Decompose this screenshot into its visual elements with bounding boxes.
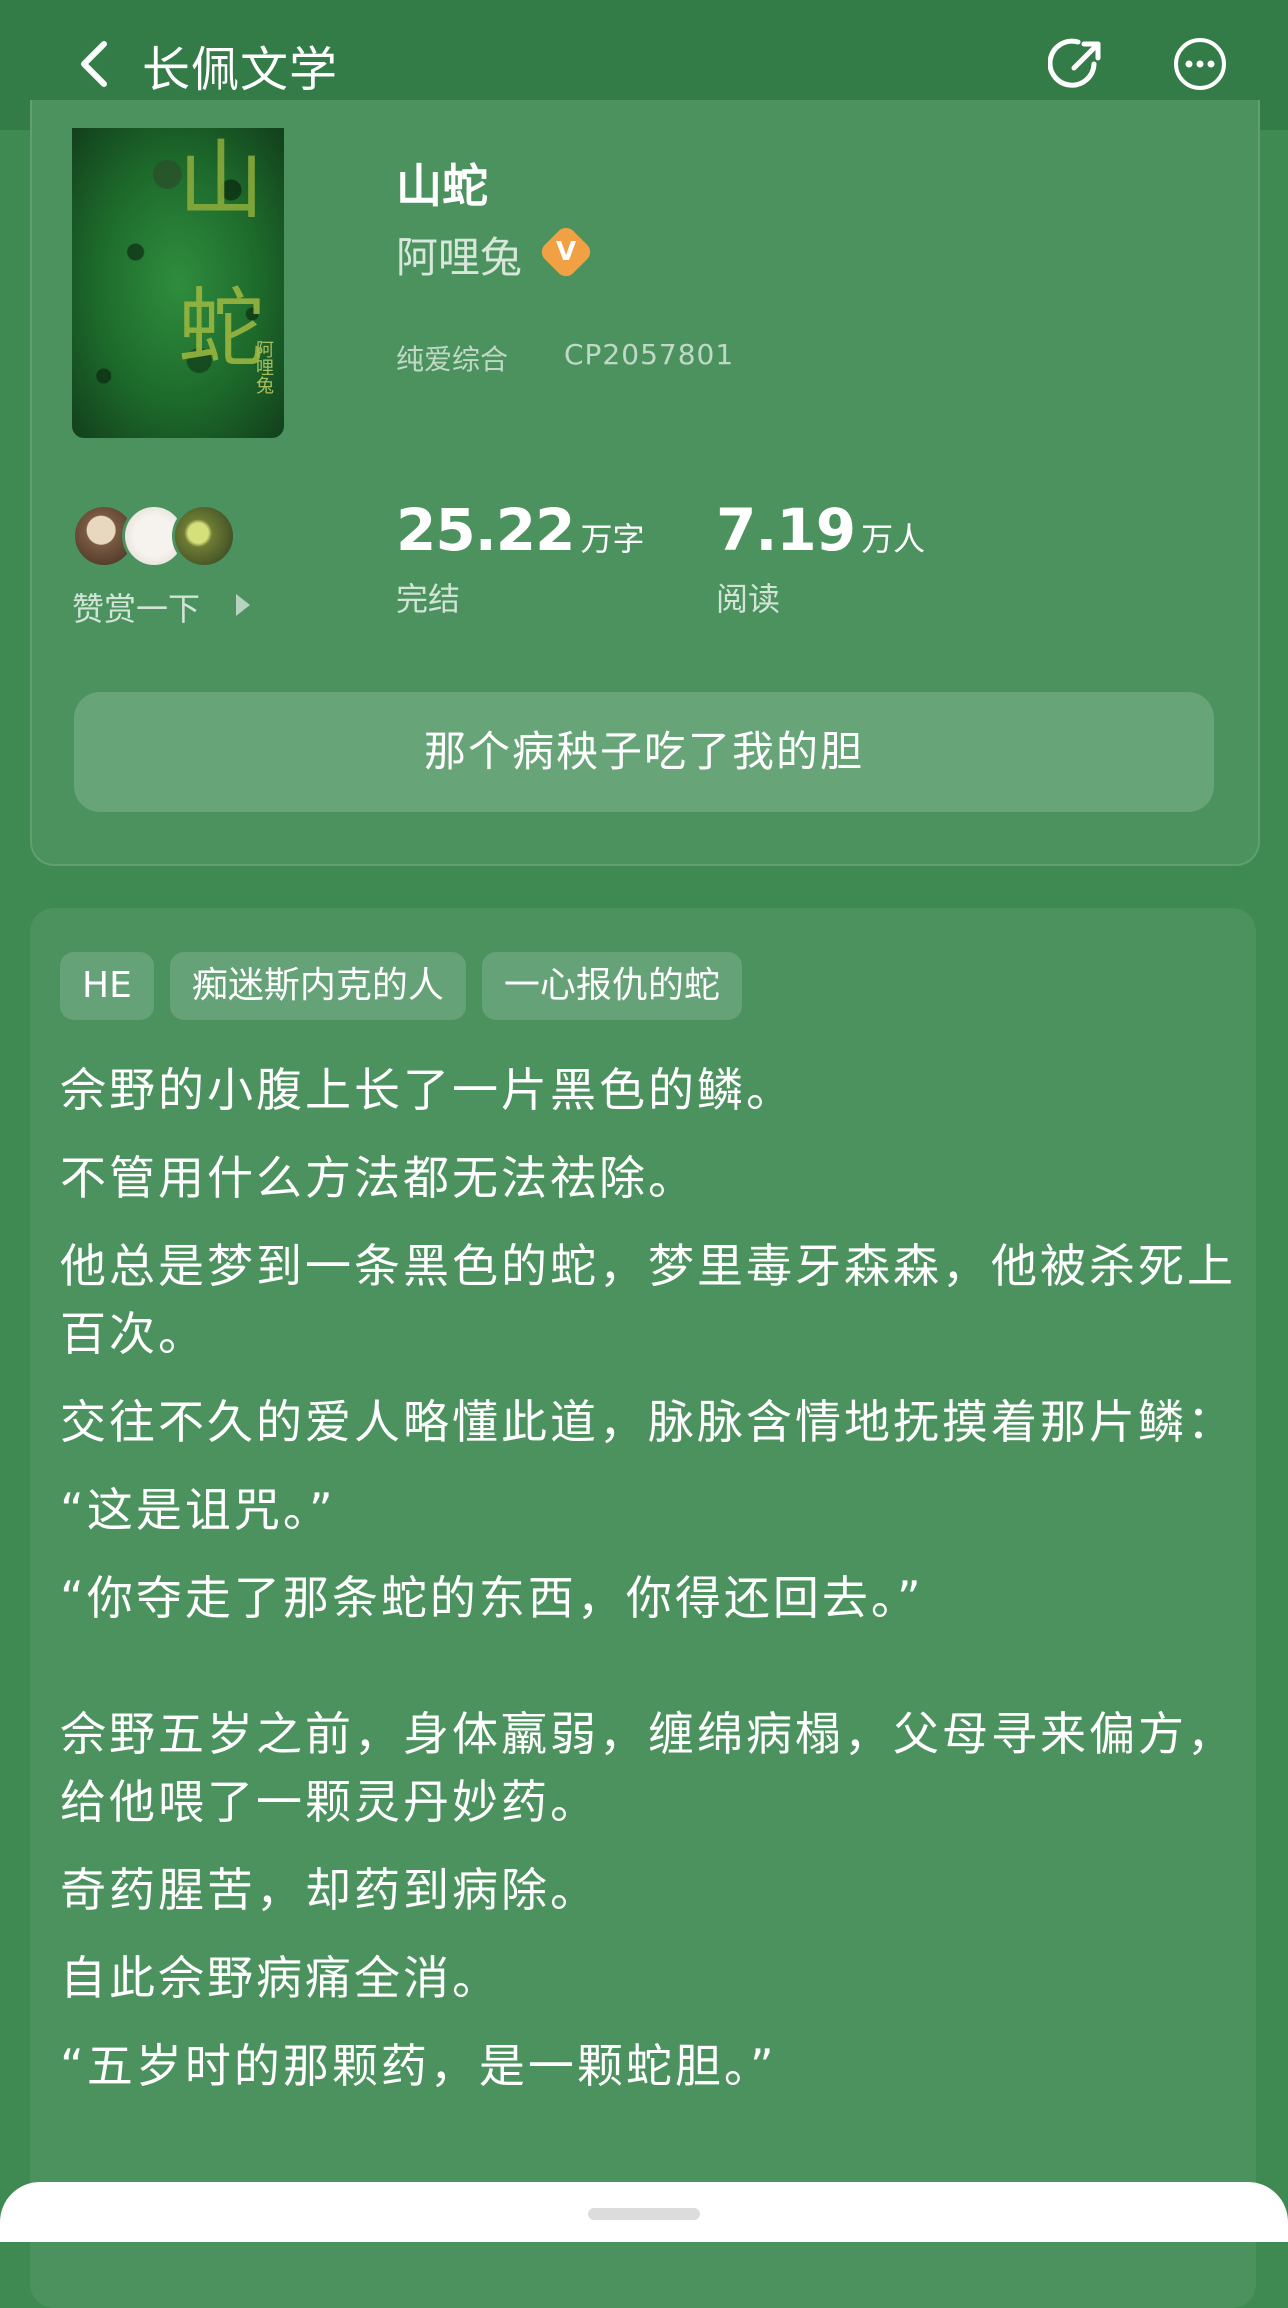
app-title: 长佩文学 <box>142 42 339 98</box>
book-cover[interactable]: 山 蛇 阿哩兔 <box>72 128 284 438</box>
back-arrow-icon[interactable] <box>70 34 120 94</box>
description-spacer <box>60 1652 1240 1700</box>
word-count-unit: 万字 <box>580 520 645 558</box>
share-icon[interactable] <box>1048 34 1108 94</box>
tag-character[interactable]: 一心报仇的蛇 <box>481 952 742 1020</box>
drag-handle[interactable] <box>588 2208 700 2220</box>
readers-label: 阅读 <box>716 580 781 618</box>
more-options-icon[interactable] <box>1170 34 1230 94</box>
description-paragraph: “这是诅咒。” <box>60 1483 336 1537</box>
book-info-card: 山 蛇 阿哩兔 山蛇 阿哩兔 V 纯爱综合 CP2057801 赞赏一下 25.… <box>30 100 1260 866</box>
readers-unit: 万人 <box>861 520 926 558</box>
supporter-avatars[interactable] <box>72 504 242 568</box>
status-label: 完结 <box>396 580 461 618</box>
avatar <box>172 504 236 568</box>
word-count-value: 25.22 <box>396 496 575 564</box>
description-paragraph: “五岁时的那颗药，是一颗蛇胆。” <box>60 2039 777 2093</box>
description-paragraph: 佘野五岁之前，身体羸弱，缠绵病榻，父母寻来偏方，给他喂了一颗灵丹妙药。 <box>60 1707 1236 1829</box>
cover-author: 阿哩兔 <box>253 340 274 394</box>
tag-character[interactable]: 痴迷斯内克的人 <box>169 952 466 1020</box>
tip-button[interactable]: 赞赏一下 <box>72 584 200 630</box>
description-paragraph: 奇药腥苦，却药到病除。 <box>60 1863 599 1917</box>
readers-value: 7.19 <box>716 496 856 564</box>
description-paragraph: 交往不久的爱人略懂此道，脉脉含情地抚摸着那片鳞： <box>60 1395 1236 1449</box>
book-title: 山蛇 <box>396 159 488 213</box>
cover-title-char: 山 <box>178 131 264 231</box>
readers-stat: 7.19 万人 阅读 <box>716 496 925 620</box>
description-paragraph: 不管用什么方法都无法祛除。 <box>60 1151 697 1205</box>
description-paragraph: 他总是梦到一条黑色的蛇，梦里毒牙森森，他被杀死上百次。 <box>60 1239 1236 1361</box>
book-description: 佘野的小腹上长了一片黑色的鳞。 不管用什么方法都无法祛除。 他总是梦到一条黑色的… <box>60 1056 1240 2120</box>
tag-list: HE 痴迷斯内克的人 一心报仇的蛇 <box>60 952 742 1020</box>
description-paragraph: 自此佘野病痛全消。 <box>60 1951 501 2005</box>
verified-badge-icon: V <box>537 223 595 281</box>
description-paragraph: “你夺走了那条蛇的东西，你得还回去。” <box>60 1571 924 1625</box>
author-name[interactable]: 阿哩兔 <box>396 224 522 285</box>
word-count-stat: 25.22 万字 完结 <box>396 496 644 620</box>
triangle-right-icon <box>236 594 250 616</box>
description-paragraph: 佘野的小腹上长了一片黑色的鳞。 <box>60 1063 795 1117</box>
book-subtitle-banner[interactable]: 那个病秧子吃了我的胆 <box>74 692 1214 812</box>
book-id: CP2057801 <box>564 338 735 371</box>
intro-card: HE 痴迷斯内克的人 一心报仇的蛇 佘野的小腹上长了一片黑色的鳞。 不管用什么方… <box>30 908 1256 2308</box>
bottom-sheet[interactable] <box>0 2182 1288 2242</box>
book-genre: 纯爱综合 <box>396 343 509 376</box>
tag-he[interactable]: HE <box>60 952 154 1020</box>
